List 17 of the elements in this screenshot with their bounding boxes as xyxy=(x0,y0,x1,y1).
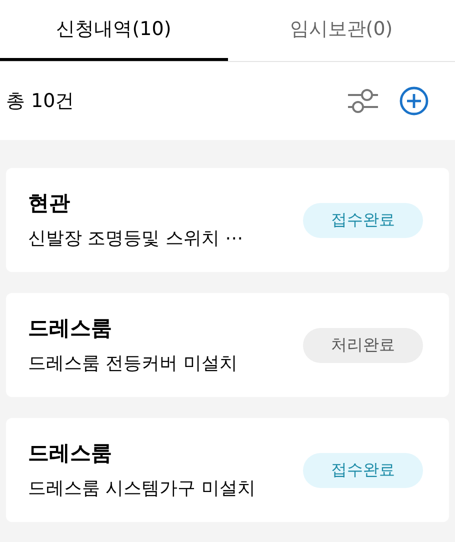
add-icon[interactable] xyxy=(399,86,429,116)
total-count: 총 10건 xyxy=(6,88,74,114)
request-title: 현관 xyxy=(28,190,71,217)
request-title: 드레스룸 xyxy=(28,314,113,342)
status-badge: 접수완료 xyxy=(303,452,423,488)
tab[interactable]: 신청내역(10) xyxy=(0,0,228,61)
request-description: 신발장 조명등및 스위치 ⋯ xyxy=(28,227,244,252)
request-description: 드레스룸 전등커버 미설치 xyxy=(28,352,238,376)
tab[interactable]: 임시보관(0) xyxy=(228,0,455,61)
request-card[interactable]: 드레스룸 드레스룸 전등커버 미설치 처리완료 xyxy=(6,293,449,397)
filter-icon[interactable] xyxy=(347,87,379,115)
request-title: 드레스룸 xyxy=(28,440,113,467)
request-description: 드레스룸 시스템가구 미설치 xyxy=(28,477,256,502)
request-card[interactable]: 드레스룸 드레스룸 시스템가구 미설치 접수완료 xyxy=(6,418,449,522)
status-badge: 접수완료 xyxy=(303,202,423,238)
status-badge: 처리완료 xyxy=(303,328,423,362)
request-card[interactable]: 현관 신발장 조명등및 스위치 ⋯ 접수완료 xyxy=(6,168,449,272)
